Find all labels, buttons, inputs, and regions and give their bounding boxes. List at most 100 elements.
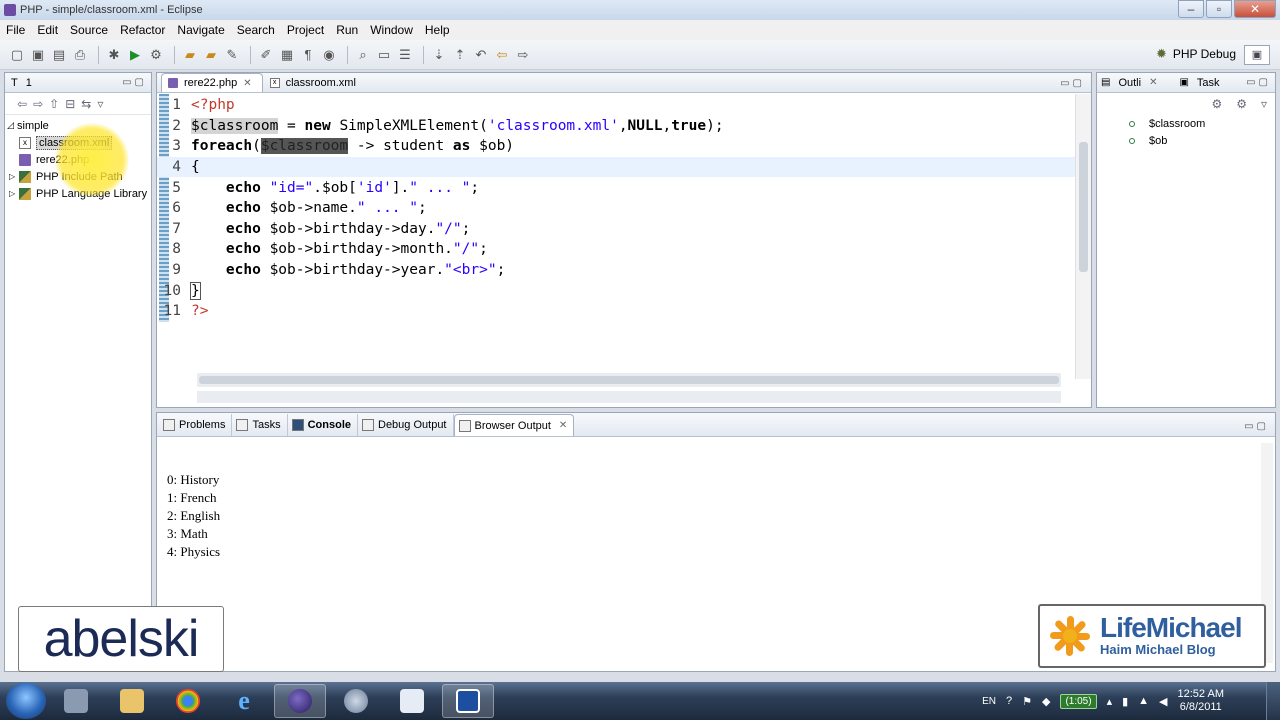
toggle-icon[interactable]: ☰	[396, 46, 414, 64]
start-button[interactable]	[6, 683, 46, 719]
volume-icon[interactable]: ◀	[1159, 695, 1167, 708]
open-type-icon[interactable]: ▰	[202, 46, 220, 64]
menu-help[interactable]: Help	[425, 23, 450, 37]
language-indicator[interactable]: EN	[982, 696, 996, 707]
tab-console[interactable]: Console	[288, 414, 358, 436]
help-icon[interactable]: ?	[1006, 695, 1012, 707]
wifi-icon[interactable]: ▲	[1138, 695, 1149, 707]
expand-arrow-icon[interactable]: ▷	[9, 189, 19, 198]
taskbar-app-ie[interactable]: e	[218, 684, 270, 718]
menu-search[interactable]: Search	[237, 23, 275, 37]
collapse-arrow-icon[interactable]: ◿	[7, 120, 17, 131]
taskbar-app-network[interactable]	[330, 684, 382, 718]
tree-item-php-language-library[interactable]: ▷ PHP Language Library	[5, 185, 151, 202]
tab-explorer[interactable]: T	[11, 77, 18, 89]
forward-icon[interactable]: ⇨	[514, 46, 532, 64]
taskbar-app-tools[interactable]	[50, 684, 102, 718]
open-folder-icon[interactable]: ▰	[181, 46, 199, 64]
tab-classroom-xml[interactable]: x classroom.xml	[263, 73, 367, 92]
tray-expand-icon[interactable]: ▴	[1107, 695, 1113, 708]
battery-icon[interactable]: ▮	[1122, 695, 1128, 708]
tree-item-php-include-path[interactable]: ▷ PHP Include Path	[5, 168, 151, 185]
scrollbar-thumb[interactable]	[1079, 142, 1088, 272]
block-icon[interactable]: ▦	[278, 46, 296, 64]
show-desktop-button[interactable]	[1266, 682, 1280, 720]
annotation-icon[interactable]: ▭	[375, 46, 393, 64]
clock[interactable]: 12:52 AM 6/8/2011	[1178, 688, 1224, 714]
last-edit-icon[interactable]: ↶	[472, 46, 490, 64]
open-perspective-button[interactable]: ▣	[1244, 45, 1270, 65]
editor-horizontal-scrollbar-secondary[interactable]	[197, 391, 1061, 403]
up-icon[interactable]: ⇧	[49, 97, 59, 111]
taskbar-app-office[interactable]	[386, 684, 438, 718]
debug-icon[interactable]: ✱	[105, 46, 123, 64]
tab-browser-output[interactable]: Browser Output ✕	[453, 414, 575, 436]
run-icon[interactable]: ▶	[126, 46, 144, 64]
tab-problems[interactable]: Problems	[159, 414, 233, 436]
close-tab-icon[interactable]: ✕	[559, 420, 567, 431]
save-icon[interactable]: ▣	[29, 46, 47, 64]
outline-item[interactable]: $ob	[1097, 132, 1275, 149]
sort-icon[interactable]: ⚙	[1211, 97, 1222, 111]
previous-annotation-icon[interactable]: ⇡	[451, 46, 469, 64]
tab-secondary[interactable]: 1	[26, 77, 32, 89]
back-icon[interactable]: ⇦	[493, 46, 511, 64]
minimize-button[interactable]: –	[1178, 0, 1204, 18]
pane-controls[interactable]: ▭▢	[1246, 77, 1271, 88]
next-annotation-icon[interactable]: ⇣	[430, 46, 448, 64]
flag-icon[interactable]: ⚑	[1022, 695, 1032, 708]
tab-tasks[interactable]: Tasks	[232, 414, 288, 436]
menu-navigate[interactable]: Navigate	[177, 23, 224, 37]
tab-debug-output[interactable]: Debug Output	[358, 414, 454, 436]
menu-source[interactable]: Source	[70, 23, 108, 37]
menu-refactor[interactable]: Refactor	[120, 23, 165, 37]
tab-rere22-php[interactable]: rere22.php ✕	[161, 73, 263, 92]
external-tools-icon[interactable]: ⚙	[147, 46, 165, 64]
pen-icon[interactable]: ✐	[257, 46, 275, 64]
outline-item[interactable]: $classroom	[1097, 115, 1275, 132]
menu-window[interactable]: Window	[370, 23, 413, 37]
tab-task[interactable]: Task	[1197, 77, 1220, 89]
menu-file[interactable]: File	[6, 23, 25, 37]
collapse-all-icon[interactable]: ⊟	[65, 97, 75, 111]
taskbar-app-chrome[interactable]	[162, 684, 214, 718]
pane-controls[interactable]: ▭▢	[1244, 421, 1269, 432]
close-tab-icon[interactable]: ✕	[243, 78, 251, 89]
save-all-icon[interactable]: ▤	[50, 46, 68, 64]
menu-project[interactable]: Project	[287, 23, 324, 37]
taskbar-app-eclipse[interactable]	[274, 684, 326, 718]
tab-outline[interactable]: Outli	[1118, 77, 1141, 89]
shield-icon[interactable]: ◆	[1042, 695, 1050, 708]
menu-edit[interactable]: Edit	[37, 23, 58, 37]
back-icon[interactable]: ⇦	[17, 97, 27, 111]
close-button[interactable]: ✕	[1234, 0, 1276, 18]
new-icon[interactable]: ▢	[8, 46, 26, 64]
tree-item-simple[interactable]: ◿ simple	[5, 117, 151, 134]
editor-horizontal-scrollbar[interactable]	[197, 373, 1061, 387]
perspective-switcher[interactable]: ✹ PHP Debug	[1156, 46, 1236, 62]
view-menu-icon[interactable]: ▿	[1261, 97, 1267, 111]
taskbar-app-recorder[interactable]	[442, 684, 494, 718]
tree-item-rere22-php[interactable]: rere22.php	[5, 151, 151, 168]
link-editor-icon[interactable]: ⇆	[81, 97, 91, 111]
search-icon[interactable]: ⌕	[354, 46, 372, 64]
maximize-button[interactable]: ▫	[1206, 0, 1232, 18]
close-tab-icon[interactable]: ✕	[1149, 77, 1157, 88]
pane-controls[interactable]: ▭▢	[1060, 78, 1085, 89]
tree-item-classroom-xml[interactable]: x classroom.xml	[5, 134, 151, 151]
taskbar-app-explorer[interactable]	[106, 684, 158, 718]
print-icon[interactable]: ⎙	[71, 46, 89, 64]
code-area[interactable]: 1 <?php 2 $classroom = new SimpleXMLElemen…	[157, 94, 1075, 379]
battery-time-badge[interactable]: (1:05)	[1060, 693, 1097, 709]
editor-vertical-scrollbar[interactable]	[1075, 94, 1091, 379]
scrollbar-thumb[interactable]	[199, 376, 1059, 384]
menu-run[interactable]: Run	[336, 23, 358, 37]
pane-controls[interactable]: ▭▢	[122, 77, 147, 88]
edit-icon[interactable]: ✎	[223, 46, 241, 64]
filter-icon[interactable]: ⚙	[1236, 97, 1247, 111]
view-menu-icon[interactable]: ▿	[97, 97, 103, 111]
globe-icon[interactable]: ◉	[320, 46, 338, 64]
text-icon[interactable]: ¶	[299, 46, 317, 64]
forward-icon[interactable]: ⇨	[33, 97, 43, 111]
expand-arrow-icon[interactable]: ▷	[9, 172, 19, 181]
